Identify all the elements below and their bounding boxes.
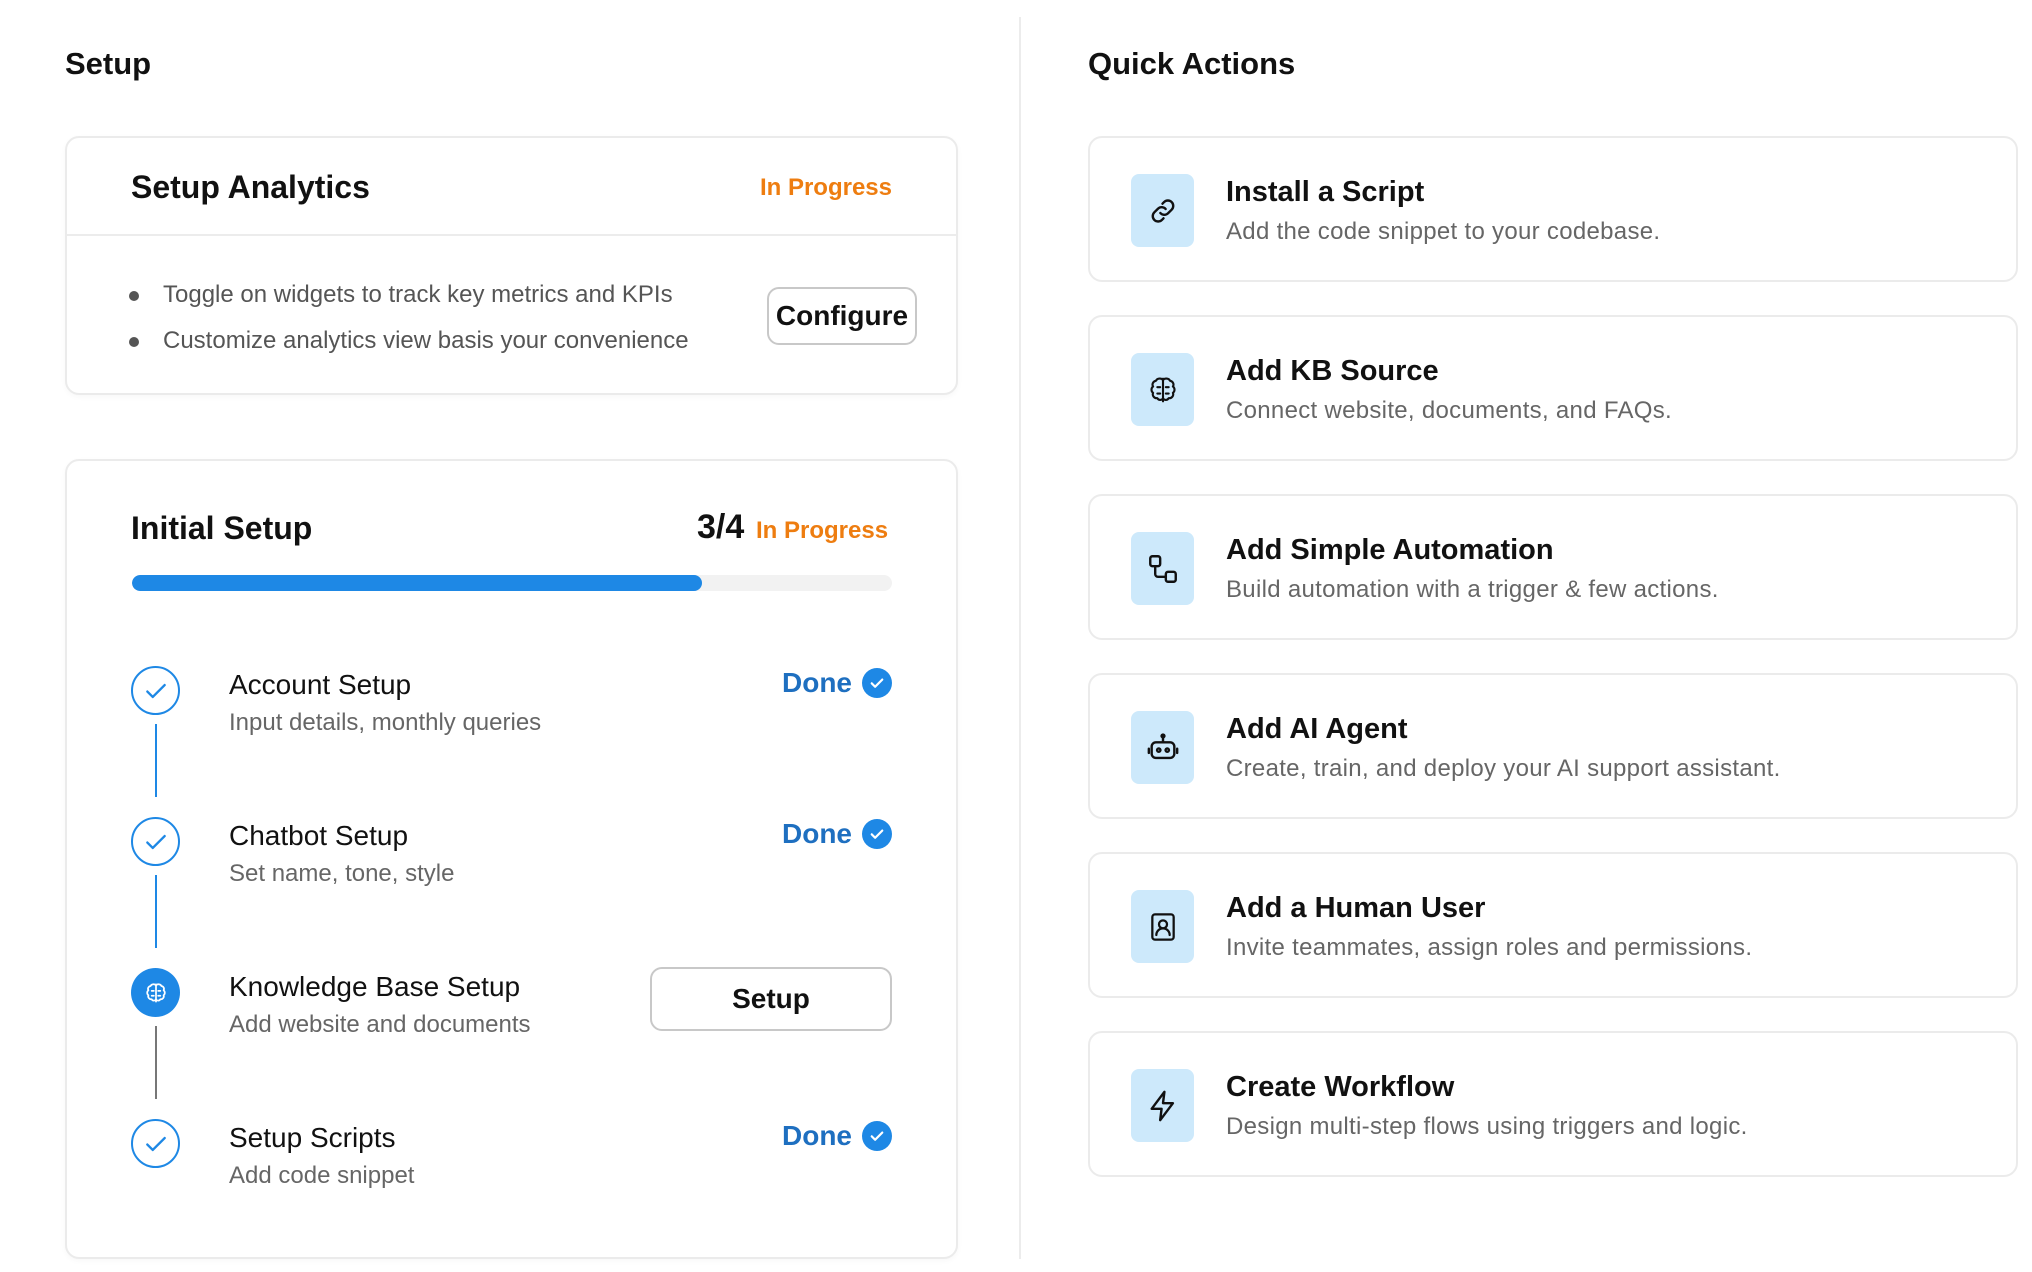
quick-actions-heading: Quick Actions — [1088, 46, 1296, 81]
step-done-status: Done — [782, 818, 892, 850]
quick-action-title: Add a Human User — [1226, 892, 1486, 924]
quick-action-description: Design multi-step flows using triggers a… — [1226, 1113, 1748, 1140]
bullet-dot — [129, 291, 139, 301]
analytics-bullet: Customize analytics view basis your conv… — [129, 326, 689, 372]
robot-icon — [1131, 711, 1194, 784]
setup-heading: Setup — [65, 46, 152, 81]
quick-action-title: Add AI Agent — [1226, 713, 1408, 745]
setup-analytics-title: Setup Analytics — [131, 169, 370, 205]
step-title: Setup Scripts — [229, 1122, 396, 1153]
done-label: Done — [782, 667, 852, 698]
done-check-badge-icon — [862, 668, 892, 698]
column-divider — [1019, 17, 1021, 1259]
quick-action-create-workflow[interactable]: Create Workflow Design multi-step flows … — [1088, 1031, 2018, 1177]
step-check-icon — [131, 817, 180, 866]
quick-action-install-script[interactable]: Install a Script Add the code snippet to… — [1088, 136, 2018, 282]
step-brain-icon — [131, 968, 180, 1017]
step-connector — [155, 875, 157, 948]
quick-action-title: Add KB Source — [1226, 355, 1439, 387]
user-badge-icon — [1131, 890, 1194, 963]
analytics-bullet-text: Toggle on widgets to track key metrics a… — [163, 281, 673, 308]
setup-progress-fill — [132, 575, 702, 591]
brain-icon — [1131, 353, 1194, 426]
quick-action-add-human-user[interactable]: Add a Human User Invite teammates, assig… — [1088, 852, 2018, 998]
done-label: Done — [782, 818, 852, 849]
link-icon — [1131, 174, 1194, 247]
setup-analytics-header: Setup Analytics In Progress — [67, 138, 956, 236]
kb-setup-button[interactable]: Setup — [650, 967, 892, 1031]
step-check-icon — [131, 666, 180, 715]
initial-setup-title: Initial Setup — [131, 510, 313, 546]
done-check-badge-icon — [862, 819, 892, 849]
step-done-status: Done — [782, 667, 892, 699]
step-subtitle: Add website and documents — [229, 1011, 531, 1038]
step-subtitle: Add code snippet — [229, 1162, 415, 1189]
initial-setup-status: In Progress — [756, 517, 889, 544]
done-label: Done — [782, 1120, 852, 1151]
quick-action-description: Build automation with a trigger & few ac… — [1226, 576, 1719, 603]
quick-action-title: Install a Script — [1226, 176, 1425, 208]
step-title: Knowledge Base Setup — [229, 971, 521, 1002]
setup-progress-bar — [132, 575, 892, 591]
quick-action-description: Add the code snippet to your codebase. — [1226, 218, 1661, 245]
setup-analytics-bullets: Toggle on widgets to track key metrics a… — [129, 280, 689, 372]
step-title: Account Setup — [229, 669, 412, 700]
step-connector — [155, 724, 157, 797]
quick-action-description: Connect website, documents, and FAQs. — [1226, 397, 1672, 424]
lightning-icon — [1131, 1069, 1194, 1142]
setup-progress-fraction: 3/4 — [697, 508, 745, 546]
automation-icon — [1131, 532, 1194, 605]
step-subtitle: Set name, tone, style — [229, 860, 455, 887]
setup-analytics-status: In Progress — [759, 174, 892, 201]
analytics-bullet: Toggle on widgets to track key metrics a… — [129, 280, 689, 326]
bullet-dot — [129, 337, 139, 347]
quick-action-description: Create, train, and deploy your AI suppor… — [1226, 755, 1781, 782]
step-title: Chatbot Setup — [229, 820, 409, 851]
quick-action-description: Invite teammates, assign roles and permi… — [1226, 934, 1753, 961]
done-check-badge-icon — [862, 1121, 892, 1151]
quick-action-title: Create Workflow — [1226, 1071, 1455, 1103]
step-connector — [155, 1026, 157, 1099]
setup-analytics-card: Setup Analytics In Progress Toggle on wi… — [65, 136, 958, 395]
initial-setup-card: Initial Setup 3/4 In Progress Account Se… — [65, 459, 958, 1259]
quick-action-title: Add Simple Automation — [1226, 534, 1554, 566]
step-subtitle: Input details, monthly queries — [229, 709, 542, 736]
quick-action-add-ai-agent[interactable]: Add AI Agent Create, train, and deploy y… — [1088, 673, 2018, 819]
analytics-bullet-text: Customize analytics view basis your conv… — [163, 327, 689, 354]
configure-button[interactable]: Configure — [767, 287, 917, 345]
quick-action-add-simple-automation[interactable]: Add Simple Automation Build automation w… — [1088, 494, 2018, 640]
quick-action-add-kb-source[interactable]: Add KB Source Connect website, documents… — [1088, 315, 2018, 461]
step-done-status: Done — [782, 1120, 892, 1152]
step-check-icon — [131, 1119, 180, 1168]
